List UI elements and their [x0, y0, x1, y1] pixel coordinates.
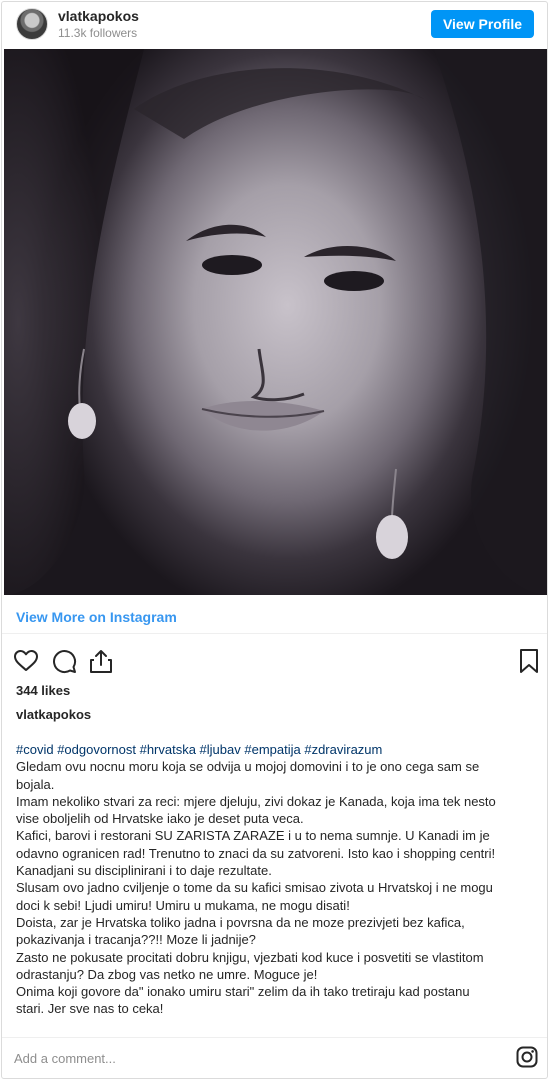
view-more-link[interactable]: View More on Instagram [16, 609, 177, 625]
caption-line: vise oboljelih od Hrvatske iako je deset… [16, 811, 304, 827]
caption-line: stari. Jer sve nas to ceka! [16, 1001, 164, 1017]
username[interactable]: vlatkapokos [58, 8, 139, 24]
bookmark-icon[interactable] [516, 648, 542, 674]
view-profile-button[interactable]: View Profile [431, 10, 534, 38]
instagram-embed-card: vlatkapokos 11.3k followers View Profile [1, 1, 548, 1079]
share-icon[interactable] [88, 648, 114, 674]
comment-input[interactable] [14, 1048, 474, 1068]
comment-icon[interactable] [51, 648, 77, 674]
hashtags[interactable]: #covid #odgovornost #hrvatska #ljubav #e… [16, 741, 540, 758]
heart-icon[interactable] [13, 648, 39, 674]
caption-line: Slusam ovo jadno cviljenje o tome da su … [16, 880, 493, 896]
caption-line: Gledam ovu nocnu moru koja se odvija u m… [16, 759, 480, 775]
caption-line: Kanadjani su disciplinirani i to daje re… [16, 863, 272, 879]
portrait-photo [4, 49, 547, 595]
like-count[interactable]: 344 likes [16, 683, 70, 698]
caption-line: pokazivanja i tracanja??!! Moze li jadni… [16, 932, 256, 948]
follower-count: 11.3k followers [58, 26, 138, 40]
caption-line: Onima koji govore da" ionako umiru stari… [16, 984, 470, 1000]
caption-line: Zasto ne pokusate procitati dobru knjigu… [16, 949, 484, 965]
instagram-icon[interactable] [516, 1046, 538, 1068]
caption-line: Doista, zar je Hrvatska toliko jadna i p… [16, 914, 465, 930]
post-caption: #covid #odgovornost #hrvatska #ljubav #e… [16, 741, 540, 1018]
post-header: vlatkapokos 11.3k followers View Profile [2, 2, 547, 48]
caption-line: doci k sebi! Ljudi umiru! Umiru u mukama… [16, 897, 350, 913]
avatar[interactable] [16, 8, 48, 40]
divider [2, 633, 547, 634]
caption-line: Imam nekoliko stvari za reci: mjere djel… [16, 793, 496, 809]
caption-username[interactable]: vlatkapokos [16, 707, 91, 722]
caption-line: bojala. [16, 776, 55, 792]
caption-line: odavno ogranicen rad! Trenutno to znaci … [16, 845, 496, 861]
caption-line: odrastanju? Da zbog vas netko ne umre. M… [16, 966, 318, 982]
divider [2, 1037, 547, 1038]
post-image[interactable] [4, 49, 547, 595]
caption-line: Kafici, barovi i restorani SU ZARISTA ZA… [16, 828, 490, 844]
